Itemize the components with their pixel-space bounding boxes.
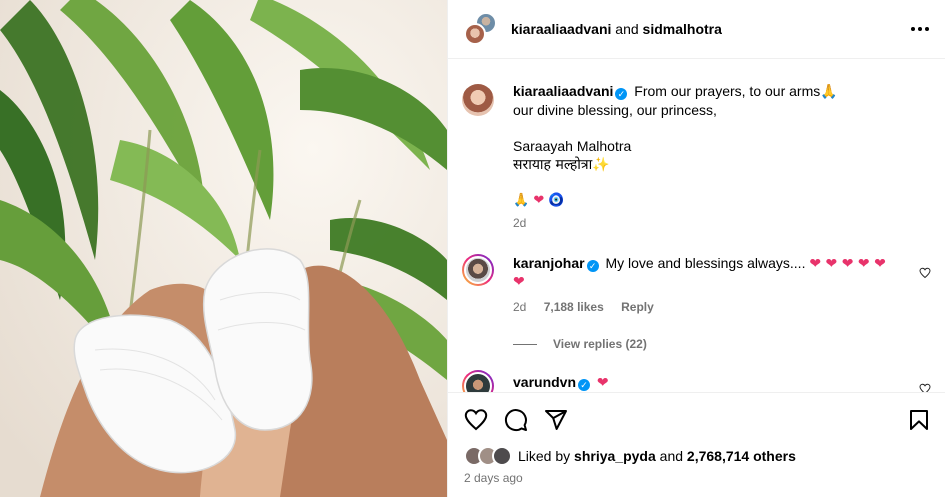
pray-emoji: 🙏 [820, 84, 838, 100]
liked-others[interactable]: 2,768,714 others [687, 448, 796, 464]
avatar[interactable] [462, 370, 494, 392]
photo-image [0, 0, 447, 497]
nazar-emoji: 🧿 [548, 193, 565, 208]
comment-username[interactable]: karanjohar [513, 255, 585, 271]
comment-like-heart-icon[interactable] [919, 383, 931, 392]
liked-and: and [659, 448, 684, 464]
comment-likes[interactable]: 7,188 likes [544, 300, 604, 314]
liked-by-avatars[interactable] [464, 446, 514, 466]
author-link-2[interactable]: sidmalhotra [643, 21, 722, 37]
liked-prefix: Liked by [518, 448, 571, 464]
heart-emojis: ❤ ❤ ❤ ❤ ❤ [809, 256, 886, 272]
verified-icon: ✓ [578, 379, 591, 391]
comment-item: varundvn ✓ ❤ [462, 370, 931, 392]
caption-time: 2d [513, 216, 527, 230]
authors-joiner: and [615, 21, 639, 37]
heart-icon[interactable] [464, 408, 488, 432]
share-icon[interactable] [544, 408, 568, 432]
comment-icon[interactable] [504, 408, 528, 432]
post-authors: kiaraaliaadvani and sidmalhotra [511, 21, 722, 37]
comment-like-heart-icon[interactable] [919, 267, 931, 279]
caption-line-2: our divine blessing, our princess, [513, 102, 717, 118]
verified-icon: ✓ [615, 88, 628, 100]
caption-line-4: सरायाह मल्होत्रा [513, 157, 593, 173]
more-icon[interactable] [911, 27, 929, 31]
post-sidebar: kiaraaliaadvani and sidmalhotra kiaraali… [447, 0, 945, 497]
avatar[interactable] [462, 254, 494, 286]
view-replies-label: View replies (22) [553, 337, 647, 351]
post-time[interactable]: 2 days ago [464, 471, 931, 485]
author-link-1[interactable]: kiaraaliaadvani [511, 21, 611, 37]
comment-item: karanjohar ✓ My love and blessings always… [462, 254, 931, 351]
reply-button[interactable]: Reply [621, 300, 654, 314]
bookmark-icon[interactable] [907, 408, 931, 432]
post-actions: Liked by shriya_pyda and 2,768,714 other… [448, 392, 945, 485]
caption-username[interactable]: kiaraaliaadvani [513, 83, 613, 99]
comment-username[interactable]: varundvn [513, 374, 576, 390]
view-replies-button[interactable]: View replies (22) [513, 337, 931, 351]
post-header: kiaraaliaadvani and sidmalhotra [448, 0, 945, 59]
comment-time: 2d [513, 300, 527, 314]
comments-list[interactable]: kiaraaliaadvani ✓ From our prayers, to ou… [448, 60, 945, 392]
heart-emoji: ❤ [513, 274, 525, 290]
heart-emoji: ❤ [533, 193, 545, 208]
caption-line-1: From our prayers, to our arms [634, 83, 821, 99]
caption-line-3: Saraayah Malhotra [513, 138, 632, 154]
liked-user[interactable]: shriya_pyda [574, 448, 656, 464]
comment-text: My love and blessings always.... [605, 255, 806, 271]
post-photo[interactable] [0, 0, 447, 497]
caption: kiaraaliaadvani ✓ From our prayers, to ou… [462, 82, 931, 230]
avatar-kiaraaliaadvani [464, 23, 486, 45]
pray-emoji: 🙏 [513, 193, 530, 208]
sparkle-emoji: ✨ [592, 157, 610, 173]
verified-icon: ✓ [586, 260, 599, 272]
collab-avatars[interactable] [462, 11, 500, 47]
heart-emoji: ❤ [596, 375, 609, 391]
avatar[interactable] [462, 84, 494, 116]
liked-by: Liked by shriya_pyda and 2,768,714 other… [464, 446, 931, 466]
